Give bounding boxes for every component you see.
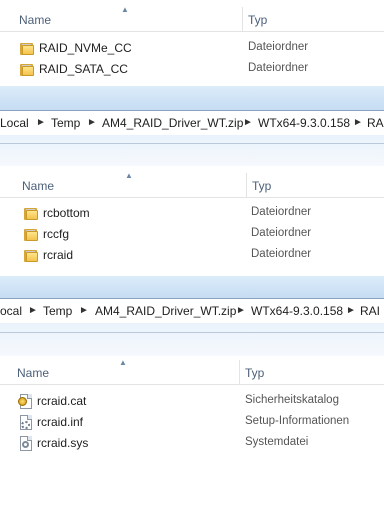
list-item[interactable]: rcbottom Dateiordner: [0, 203, 384, 224]
divider: [0, 143, 384, 144]
column-header-name[interactable]: Name: [19, 13, 51, 27]
item-type: Setup-Informationen: [245, 415, 350, 427]
breadcrumb-segment[interactable]: Temp: [51, 116, 80, 130]
item-type: Dateiordner: [251, 227, 312, 239]
chevron-right-icon[interactable]: ►: [353, 117, 363, 128]
window-frame-lower: [0, 323, 384, 356]
item-type: Dateiordner: [251, 206, 312, 218]
system-file-icon: [18, 436, 34, 452]
list-item[interactable]: RAID_SATA_CC Dateiordner: [0, 59, 384, 80]
column-header-name[interactable]: Name: [22, 179, 54, 193]
breadcrumb[interactable]: ocal ► Temp ► AM4_RAID_Driver_WT.zip ► W…: [0, 298, 384, 324]
sort-ascending-icon: ▲: [125, 171, 133, 180]
breadcrumb-segment[interactable]: RAI: [367, 116, 384, 130]
breadcrumb-segment[interactable]: Local: [0, 116, 29, 130]
breadcrumb-segment[interactable]: ocal: [0, 304, 22, 318]
column-header-type[interactable]: Typ: [245, 366, 264, 380]
setup-info-icon: [18, 415, 34, 431]
file-list-pane-1: ▲ Name Typ RAID_NVMe_CC Dateiordner RAID…: [0, 0, 384, 86]
item-name: rccfg: [43, 227, 70, 241]
item-name: rcbottom: [43, 206, 90, 220]
chevron-right-icon[interactable]: ►: [243, 117, 253, 128]
breadcrumb-segment[interactable]: AM4_RAID_Driver_WT.zip: [102, 116, 243, 130]
column-divider[interactable]: [239, 360, 240, 384]
breadcrumb-segment[interactable]: Temp: [43, 304, 72, 318]
window-frame-lower: [0, 135, 384, 166]
folder-icon: [19, 41, 35, 57]
list-item[interactable]: rcraid.cat Sicherheitskatalog: [0, 391, 384, 412]
breadcrumb[interactable]: Local ► Temp ► AM4_RAID_Driver_WT.zip ► …: [0, 110, 384, 136]
item-type: Dateiordner: [251, 248, 312, 260]
item-name: rcraid.cat: [37, 394, 87, 408]
column-header-name[interactable]: Name: [17, 366, 49, 380]
column-divider[interactable]: [242, 7, 243, 31]
column-header-row: ▲ Name Typ: [0, 5, 384, 32]
chevron-right-icon[interactable]: ►: [28, 305, 38, 316]
column-header-row: ▲ Name Typ: [0, 171, 384, 198]
breadcrumb-segment[interactable]: WTx64-9.3.0.158: [258, 116, 350, 130]
breadcrumb-segment[interactable]: AM4_RAID_Driver_WT.zip: [95, 304, 236, 318]
chevron-right-icon[interactable]: ►: [236, 305, 246, 316]
chevron-right-icon[interactable]: ►: [346, 305, 356, 316]
item-type: Sicherheitskatalog: [245, 394, 339, 406]
column-divider[interactable]: [246, 173, 247, 197]
breadcrumb-segment[interactable]: WTx64-9.3.0.158: [251, 304, 343, 318]
window-frame-band: [0, 86, 384, 110]
list-item[interactable]: rcraid.inf Setup-Informationen: [0, 412, 384, 433]
list-item[interactable]: rcraid.sys Systemdatei: [0, 433, 384, 454]
column-header-row: ▲ Name Typ: [0, 358, 384, 385]
item-type: Systemdatei: [245, 436, 309, 448]
file-list-pane-3: ▲ Name Typ rcraid.cat Sicherheitskatalog…: [0, 356, 384, 512]
chevron-right-icon[interactable]: ►: [36, 117, 46, 128]
item-type: Dateiordner: [248, 41, 309, 53]
file-list-pane-2: ▲ Name Typ rcbottom Dateiordner rccfg Da…: [0, 166, 384, 276]
sort-ascending-icon: ▲: [119, 358, 127, 367]
item-type: Dateiordner: [248, 62, 309, 74]
breadcrumb-segment[interactable]: RAI: [360, 304, 380, 318]
item-name: RAID_NVMe_CC: [39, 41, 132, 55]
item-name: rcraid: [43, 248, 74, 262]
list-item[interactable]: rccfg Dateiordner: [0, 224, 384, 245]
item-name: rcraid.inf: [37, 415, 84, 429]
chevron-right-icon[interactable]: ►: [79, 305, 89, 316]
list-item[interactable]: rcraid Dateiordner: [0, 245, 384, 266]
divider: [0, 332, 384, 333]
item-name: RAID_SATA_CC: [39, 62, 128, 76]
window-frame-band: [0, 276, 384, 298]
sort-ascending-icon: ▲: [121, 5, 129, 14]
column-header-type[interactable]: Typ: [252, 179, 271, 193]
folder-icon: [23, 248, 39, 264]
chevron-right-icon[interactable]: ►: [87, 117, 97, 128]
list-item[interactable]: RAID_NVMe_CC Dateiordner: [0, 38, 384, 59]
folder-icon: [23, 206, 39, 222]
folder-icon: [19, 62, 35, 78]
folder-icon: [23, 227, 39, 243]
security-catalog-icon: [18, 394, 34, 410]
column-header-type[interactable]: Typ: [248, 13, 267, 27]
item-name: rcraid.sys: [37, 436, 89, 450]
